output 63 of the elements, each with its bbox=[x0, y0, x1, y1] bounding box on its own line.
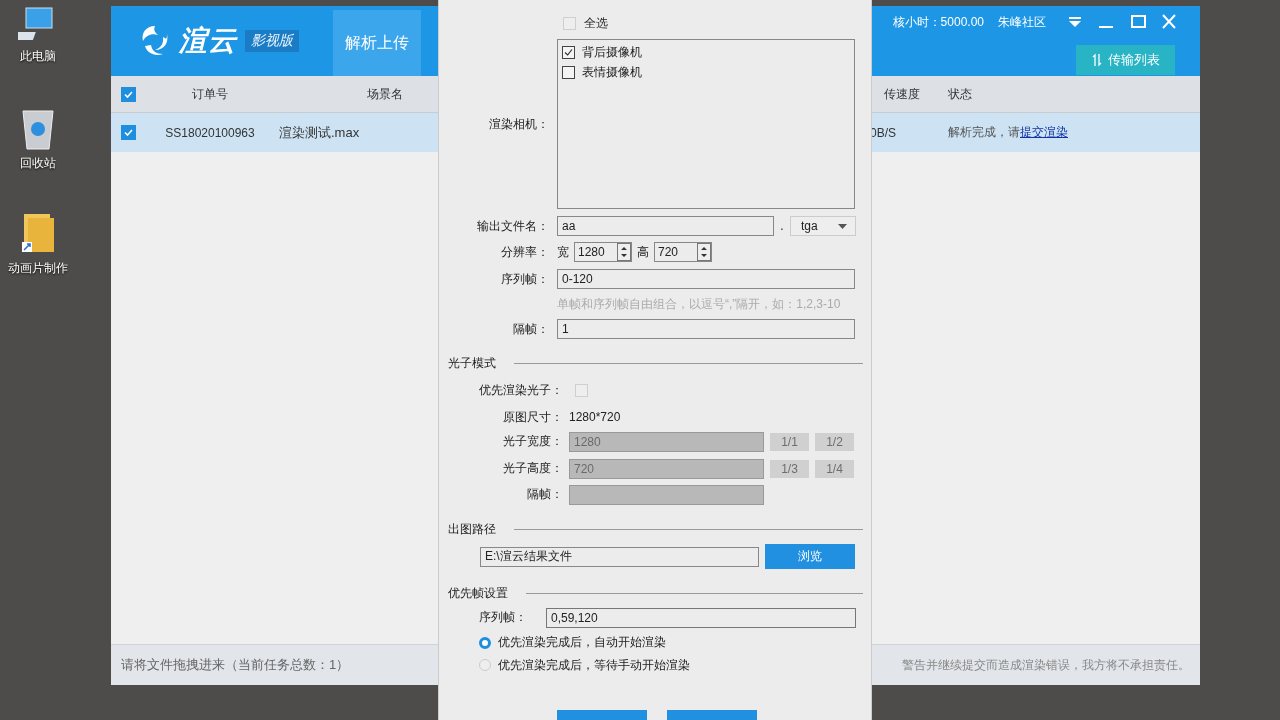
input-field[interactable]: 0-120 bbox=[557, 269, 855, 290]
field-label: 输出文件名： bbox=[476, 218, 549, 235]
size-value: 1280*720 bbox=[569, 410, 621, 425]
section-title: 优先帧设置 bbox=[448, 584, 508, 602]
user-name[interactable]: 朱峰社区 bbox=[998, 13, 1046, 31]
input-field[interactable]: 0,59,120 bbox=[546, 607, 856, 628]
desktop-icon-label: 动画片制作 bbox=[7, 260, 68, 277]
height-label: 高 bbox=[637, 244, 649, 261]
column-header: 场景名 bbox=[367, 86, 403, 101]
checkbox-label: 全选 bbox=[584, 15, 608, 33]
field-label: 序列帧： bbox=[479, 609, 528, 627]
width-label: 宽 bbox=[557, 244, 569, 261]
separator-dot: . bbox=[779, 219, 785, 234]
checkbox[interactable] bbox=[562, 66, 575, 80]
option-label: 优先渲染完成后，自动开始渲染 bbox=[498, 634, 666, 652]
core-hours: 核小时：5000.00 bbox=[892, 13, 984, 31]
column-header: 订单号 bbox=[192, 86, 228, 101]
radio-button[interactable] bbox=[479, 636, 491, 649]
field-label: 序列帧： bbox=[500, 271, 549, 288]
section-title: 光子模式 bbox=[448, 354, 496, 372]
radio-button[interactable] bbox=[479, 659, 491, 672]
path-field[interactable]: E:\渲云结果文件 bbox=[480, 546, 759, 567]
column-header: 状态 bbox=[948, 86, 972, 101]
field-label: 分辨率： bbox=[500, 244, 549, 261]
check-icon bbox=[563, 47, 574, 59]
field-label: 隔帧： bbox=[512, 321, 549, 338]
scene-name: 渲染测试.max bbox=[279, 124, 360, 140]
transfer-list-button[interactable]: 传输列表 bbox=[1076, 45, 1175, 75]
column-header: 传速度 bbox=[884, 86, 920, 101]
camera-name: 背后摄像机 bbox=[582, 44, 642, 62]
camera-name: 表情摄像机 bbox=[582, 64, 642, 82]
order-number: SS18020100963 bbox=[165, 126, 255, 140]
field-label: 光子高度： bbox=[502, 460, 563, 478]
spinner-icon[interactable] bbox=[697, 243, 711, 262]
footer-notice: 警告并继续提交而造成渲染错误，我方将不承担责任。 bbox=[902, 656, 1190, 674]
footer-text: 请将文件拖拽进来（当前任务总数：1） bbox=[121, 656, 350, 674]
checkbox[interactable] bbox=[121, 86, 136, 102]
browse-button[interactable]: 浏览 bbox=[765, 544, 855, 570]
desktop-icon-label: 此电脑 bbox=[19, 48, 56, 65]
status-text: 解析完成，请 bbox=[948, 125, 1020, 139]
field-label: 优先渲染光子： bbox=[478, 382, 563, 400]
checkbox[interactable] bbox=[562, 46, 575, 60]
field-label: 光子宽度： bbox=[502, 433, 563, 451]
input-field[interactable]: 1 bbox=[557, 319, 855, 340]
submit-link[interactable]: 提交渲染 bbox=[1020, 125, 1068, 139]
spin-field[interactable]: 1280 bbox=[574, 242, 632, 263]
spin-field[interactable]: 720 bbox=[654, 242, 712, 263]
edition-badge: 影视版 bbox=[245, 30, 299, 52]
section-title: 出图路径 bbox=[448, 521, 496, 539]
desktop-icon-label: 回收站 bbox=[19, 155, 56, 172]
field-label: 渲染相机： bbox=[488, 116, 549, 133]
input-field[interactable]: aa bbox=[557, 216, 774, 237]
tab[interactable]: 解析上传 bbox=[333, 10, 421, 76]
spinner-icon[interactable] bbox=[617, 243, 631, 262]
field-label: 隔帧： bbox=[526, 486, 563, 504]
app-logo: 渲云 bbox=[179, 24, 237, 58]
format-dropdown[interactable]: tga bbox=[790, 216, 856, 237]
option-label: 优先渲染完成后，等待手动开始渲染 bbox=[498, 656, 690, 674]
caret-icon bbox=[838, 224, 847, 229]
field-label: 原图尺寸： bbox=[502, 408, 563, 426]
checkbox[interactable] bbox=[121, 125, 136, 140]
transfer-icon bbox=[1091, 53, 1102, 67]
hint-text: 单帧和序列帧自由组合，以逗号“,”隔开，如：1,2,3-10 bbox=[557, 297, 841, 312]
